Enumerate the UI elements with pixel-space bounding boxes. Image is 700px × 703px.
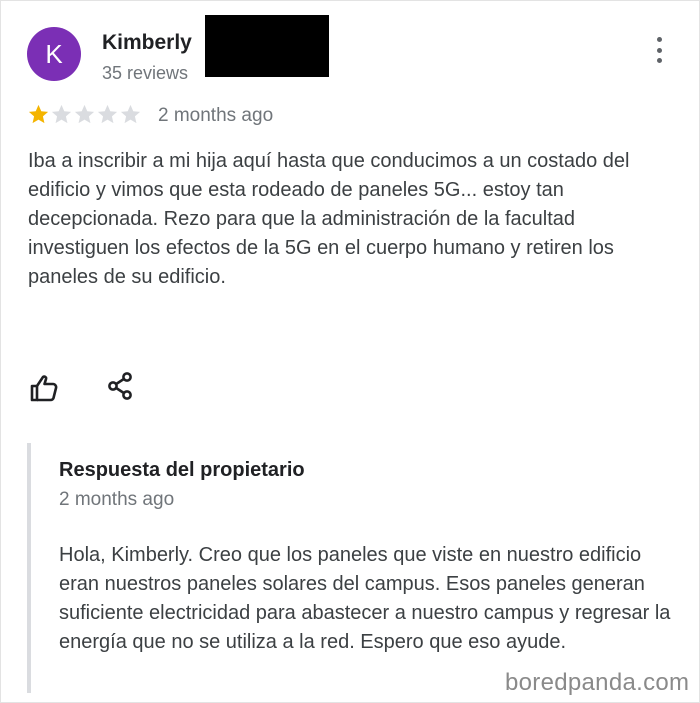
review-text: Iba a inscribir a mi hija aquí hasta que… [28, 150, 630, 288]
star-empty-icon [120, 104, 141, 123]
watermark: boredpanda.com [505, 669, 690, 696]
author-review-count[interactable]: 35 reviews [102, 63, 188, 84]
star-empty-icon [74, 104, 95, 123]
star-filled-icon [28, 104, 49, 123]
redaction-box [205, 15, 329, 77]
star-empty-icon [97, 104, 118, 123]
review-card: K Kimberly 35 reviews 2 months ago Iba a… [0, 0, 700, 703]
owner-response-text: Hola, Kimberly. Creo que los paneles que… [59, 544, 671, 653]
more-vert-icon[interactable] [651, 37, 667, 63]
star-empty-icon [51, 104, 72, 123]
owner-response-title: Respuesta del propietario [59, 459, 305, 481]
thumbs-up-icon[interactable] [29, 373, 59, 403]
review-time: 2 months ago [158, 105, 274, 126]
avatar-letter: K [45, 38, 63, 69]
share-icon[interactable] [107, 371, 135, 401]
author-name[interactable]: Kimberly [102, 31, 192, 55]
star-rating [27, 101, 142, 127]
avatar[interactable]: K [27, 27, 81, 81]
owner-response: Respuesta del propietario 2 months ago H… [27, 443, 681, 693]
owner-response-time: 2 months ago [59, 489, 175, 510]
